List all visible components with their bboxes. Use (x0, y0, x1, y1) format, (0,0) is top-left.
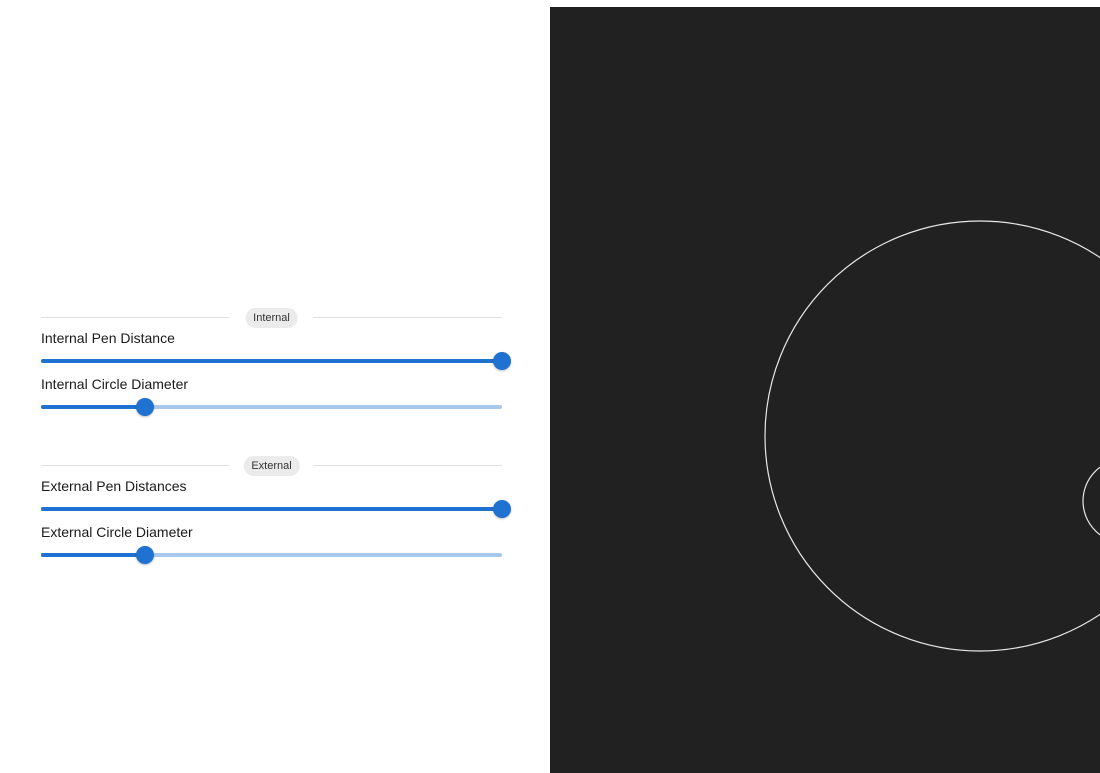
external-section-chip: External (243, 456, 300, 476)
external-circle-diameter-slider[interactable] (41, 545, 502, 565)
external-pen-distance-slider[interactable] (41, 499, 511, 519)
slider-thumb[interactable] (135, 546, 154, 564)
external-section-divider: External (41, 456, 502, 476)
internal-section-chip: Internal (245, 308, 298, 328)
inner-circle (1082, 466, 1100, 536)
divider-line-right (313, 465, 502, 466)
internal-pen-distance-slider[interactable] (41, 351, 511, 371)
slider-thumb[interactable] (135, 398, 154, 416)
controls-panel: Internal Internal Pen Distance Internal … (41, 0, 511, 773)
internal-circle-diameter-slider[interactable] (41, 397, 502, 417)
external-circle-diameter-label: External Circle Diameter (41, 524, 193, 540)
divider-line-left (41, 465, 229, 466)
external-pen-distance-label: External Pen Distances (41, 478, 187, 494)
slider-track (41, 405, 145, 409)
internal-pen-distance-label: Internal Pen Distance (41, 330, 175, 346)
internal-circle-diameter-label: Internal Circle Diameter (41, 376, 189, 392)
slider-thumb[interactable] (493, 500, 511, 518)
internal-section-divider: Internal (41, 308, 502, 328)
slider-track (41, 553, 145, 557)
slider-thumb[interactable] (493, 352, 511, 370)
outer-circle (764, 220, 1100, 652)
divider-line-right (313, 317, 502, 318)
drawing-canvas[interactable] (550, 7, 1100, 773)
slider-track (41, 359, 502, 363)
spirograph-drawing (764, 220, 1100, 652)
divider-line-left (41, 317, 229, 318)
slider-track (41, 507, 502, 511)
